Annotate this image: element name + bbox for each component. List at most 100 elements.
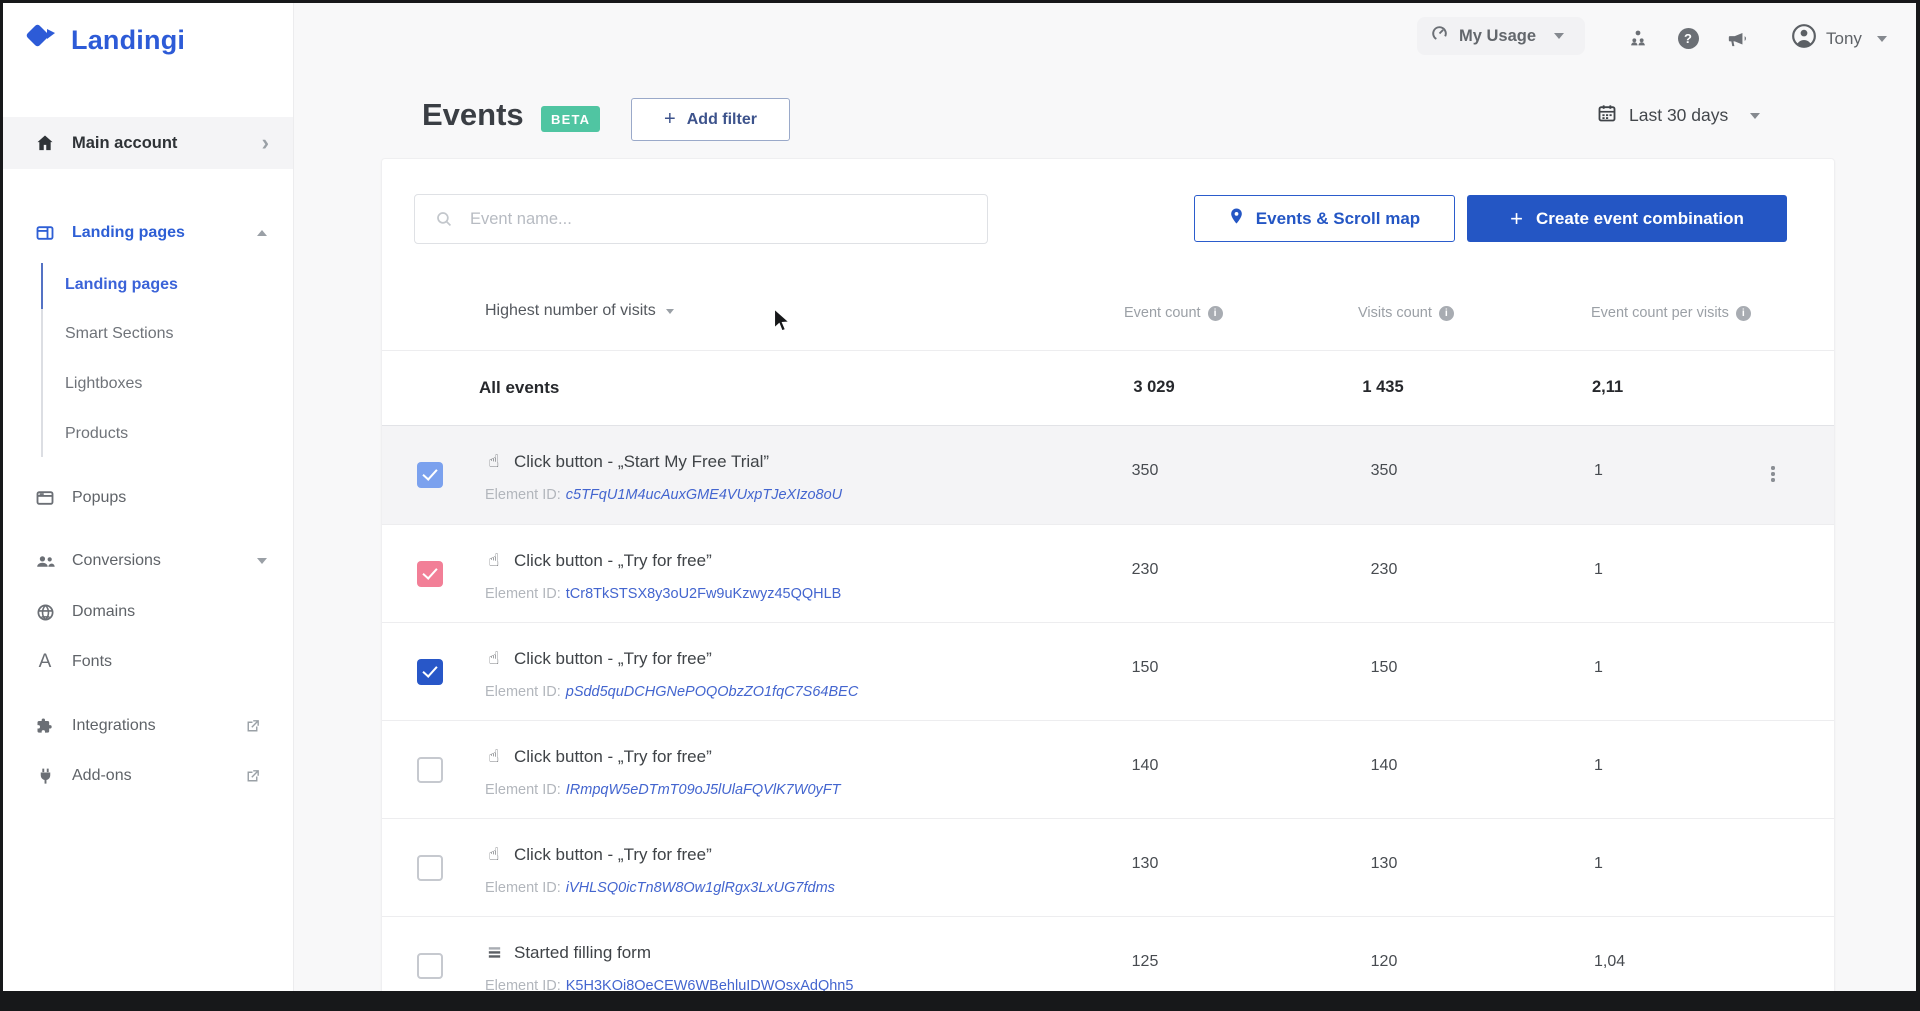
sidebar-item-integrations[interactable]: Integrations: [3, 702, 293, 750]
sidebar-subitem-smart-sections[interactable]: Smart Sections: [3, 310, 293, 358]
sidebar-item-label: Lightboxes: [65, 375, 143, 392]
sidebar-subitem-products[interactable]: Products: [3, 410, 293, 458]
element-id-label: Element ID:: [485, 586, 561, 602]
visits-count-cell: 120: [1370, 953, 1398, 970]
element-id: Element ID: iVHLSQ0icTn8W8Ow1glRgx3LxUG7f…: [485, 880, 835, 896]
info-icon[interactable]: [1735, 305, 1751, 321]
event-count-cell: 350: [1131, 462, 1159, 479]
click-icon: [483, 549, 505, 571]
sidebar-item-popups[interactable]: Popups: [3, 474, 293, 522]
sidebar-item-add-ons[interactable]: Add-ons: [3, 752, 293, 800]
events-card: Events & Scroll map Create event combina…: [381, 158, 1835, 991]
create-event-combination-button[interactable]: Create event combination: [1467, 195, 1787, 242]
add-filter-button[interactable]: Add filter: [631, 98, 790, 141]
row-checkbox-unchecked[interactable]: [417, 953, 443, 979]
element-id-label: Element ID:: [485, 684, 561, 700]
table-row[interactable]: Click button - „Try for free” Element ID…: [382, 524, 1834, 623]
event-count-cell: 125: [1131, 953, 1159, 970]
element-id: Element ID: IRmpqW5eDTmT09oJ5lUlaFQVlK7W0…: [485, 782, 841, 798]
row-checkbox-unchecked[interactable]: [417, 757, 443, 783]
popup-icon: [33, 488, 57, 508]
event-search[interactable]: [414, 194, 988, 244]
row-checkbox-checked[interactable]: [417, 561, 443, 587]
event-per-visit-cell: 1: [1594, 561, 1603, 578]
search-icon: [437, 211, 452, 226]
sidebar-item-label: Add-ons: [72, 767, 132, 784]
sidebar-item-label: Integrations: [72, 717, 156, 734]
brand-name: Landingi: [71, 25, 186, 55]
sidebar-item-main-account[interactable]: Main account: [3, 117, 293, 169]
info-icon[interactable]: [1438, 305, 1454, 321]
row-menu-button[interactable]: [1760, 459, 1786, 489]
element-id-value[interactable]: c5TFqU1M4ucAuxGME4VUxpTJeXIzo8oU: [566, 487, 842, 503]
external-link-icon: [244, 718, 261, 735]
event-per-visit-cell: 1: [1594, 659, 1603, 676]
sidebar-item-label: Main account: [72, 133, 178, 152]
chevron-down-icon: [1750, 112, 1761, 119]
sidebar-item-conversions[interactable]: Conversions: [3, 537, 293, 585]
people-icon: [33, 551, 57, 572]
landingi-logo-icon: [25, 21, 59, 60]
sidebar-subitem-landing-pages[interactable]: Landing pages: [3, 261, 293, 309]
sort-label: Highest number of visits: [485, 302, 656, 319]
user-name: Tony: [1826, 28, 1862, 48]
referral-icon[interactable]: [1625, 25, 1651, 51]
element-id-value[interactable]: K5H3KOi8OeCEW6WBehluIDWOsxAdQhn5: [566, 978, 854, 991]
my-usage-dropdown[interactable]: My Usage: [1417, 17, 1585, 55]
sidebar-item-landing-pages[interactable]: Landing pages: [3, 209, 293, 257]
element-id-label: Element ID:: [485, 782, 561, 798]
summary-visits-count: 1 435: [1362, 378, 1404, 396]
element-id-value[interactable]: iVHLSQ0icTn8W8Ow1glRgx3LxUG7fdms: [566, 880, 835, 896]
visits-count-cell: 230: [1370, 561, 1398, 578]
create-event-combination-label: Create event combination: [1536, 208, 1744, 228]
search-input[interactable]: [468, 208, 987, 230]
landingi-logo[interactable]: Landingi: [25, 21, 185, 60]
font-icon: [33, 651, 57, 673]
announcements-icon[interactable]: [1723, 25, 1749, 51]
click-icon: [483, 843, 505, 865]
sidebar-item-fonts[interactable]: Fonts: [3, 638, 293, 686]
chevron-down-icon: [1554, 33, 1565, 39]
table-row[interactable]: Click button - „Start My Free Trial” Ele…: [382, 426, 1834, 524]
element-id-label: Element ID:: [485, 978, 561, 991]
events-scroll-map-label: Events & Scroll map: [1255, 208, 1421, 228]
element-id: Element ID: tCr8TkSTSX8y3oU2Fw9uKzwyz45QQ…: [485, 586, 841, 602]
account-menu[interactable]: Tony: [1791, 23, 1887, 54]
row-checkbox-unchecked[interactable]: [417, 855, 443, 881]
form-icon: [483, 941, 505, 963]
app-window: Landingi Main account Landing pages: [3, 3, 1916, 991]
chevron-down-icon: [1876, 35, 1887, 42]
summary-event-per-visit: 2,11: [1592, 378, 1624, 396]
help-icon[interactable]: [1675, 25, 1701, 51]
events-scroll-map-button[interactable]: Events & Scroll map: [1194, 195, 1455, 242]
element-id-value[interactable]: IRmpqW5eDTmT09oJ5lUlaFQVlK7W0yFT: [566, 782, 841, 798]
table-row[interactable]: Click button - „Try for free” Element ID…: [382, 720, 1834, 819]
element-id-label: Element ID:: [485, 880, 561, 896]
date-range-label: Last 30 days: [1629, 105, 1729, 125]
visits-count-cell: 150: [1370, 659, 1398, 676]
sidebar-item-domains[interactable]: Domains: [3, 588, 293, 636]
event-count-cell: 130: [1131, 855, 1159, 872]
sort-dropdown[interactable]: Highest number of visits: [485, 302, 674, 320]
event-title: Click button - „Start My Free Trial”: [514, 452, 770, 471]
gauge-icon: [1430, 24, 1449, 48]
info-icon[interactable]: [1207, 305, 1223, 321]
table-row[interactable]: Click button - „Try for free” Element ID…: [382, 622, 1834, 721]
element-id-value[interactable]: pSdd5quDCHGNePOQObzZO1fqC7S64BEC: [566, 684, 859, 700]
element-id-value[interactable]: tCr8TkSTSX8y3oU2Fw9uKzwyz45QQHLB: [566, 586, 842, 602]
page-title: Events: [422, 97, 524, 132]
sidebar-subitem-lightboxes[interactable]: Lightboxes: [3, 360, 293, 408]
row-checkbox-checked[interactable]: [417, 462, 443, 488]
event-per-visit-cell: 1,04: [1594, 953, 1626, 970]
date-range-dropdown[interactable]: Last 30 days: [1597, 103, 1761, 128]
sidebar-item-label: Smart Sections: [65, 325, 174, 342]
question-mark-icon: [1677, 27, 1699, 49]
summary-event-count: 3 029: [1133, 378, 1175, 396]
row-checkbox-checked[interactable]: [417, 659, 443, 685]
table-row[interactable]: Started filling form Element ID: K5H3KOi8…: [382, 916, 1834, 991]
puzzle-icon: [33, 716, 57, 736]
chevron-right-icon: [262, 132, 269, 154]
table-row[interactable]: Click button - „Try for free” Element ID…: [382, 818, 1834, 917]
event-title: Started filling form: [514, 943, 651, 962]
map-pin-icon: [1229, 207, 1244, 230]
